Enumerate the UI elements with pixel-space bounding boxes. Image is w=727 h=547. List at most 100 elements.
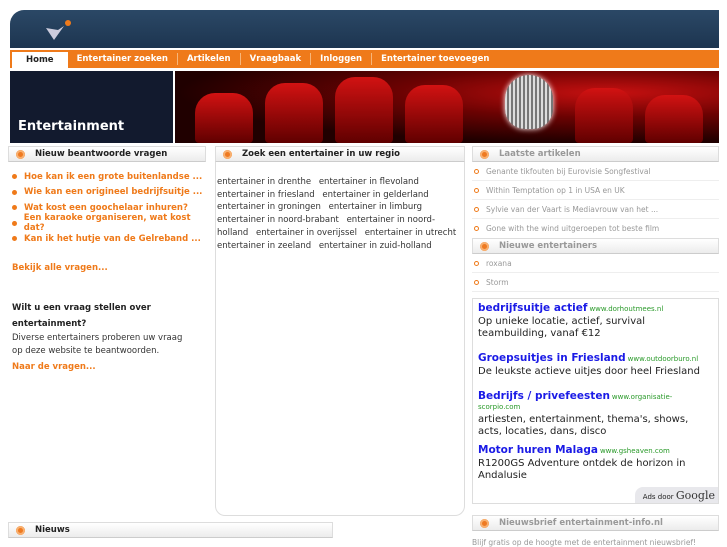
question-link[interactable]: Wat kost een goochelaar inhuren? [24,203,188,213]
region-list: entertainer in drenthe entertainer in fl… [215,162,465,516]
bullet-icon [474,226,479,231]
region-link[interactable]: entertainer in noord-brabant [217,215,339,225]
region-link[interactable]: entertainer in limburg [329,202,422,212]
bullet-icon [12,174,17,180]
question-item[interactable]: Een karaoke organiseren, wat kost dat? [8,213,206,233]
right-column: Laatste artikelen Genante tikfouten bij … [472,146,719,292]
ads-by-label: Ads door [642,493,674,501]
bullet-icon [480,518,489,528]
question-link[interactable]: Kan ik het hutje van de Gelreband ... [24,234,201,244]
article-link[interactable]: Gone with the wind uitgeroepen tot beste… [486,224,659,233]
question-item[interactable]: Wie kan een origineel bedrijfsuitje ... [8,185,206,201]
entertainer-item[interactable]: Storm [472,273,719,292]
region-link[interactable]: entertainer in zuid-holland [319,241,432,251]
ads-by-google[interactable]: Ads door Google [634,487,718,503]
newsletter-heading: Nieuwsbrief entertainment-info.nl [472,515,719,531]
article-link[interactable]: Within Temptation op 1 in USA en UK [486,186,625,195]
region-link[interactable]: entertainer in overijssel [256,228,357,238]
ad-item[interactable]: Bedrijfs / privefeesten www.organisatie-s… [478,390,713,438]
hero-title: Entertainment [18,119,125,134]
bullet-icon [474,279,479,285]
ad-text: De leukste actieve uitjes door heel Frie… [478,366,700,377]
region-link[interactable]: entertainer in zeeland [217,241,311,251]
region-link[interactable]: entertainer in gelderland [322,190,428,200]
newsletter-text: Blijf gratis op de hoogte met de enterta… [472,538,697,547]
bullet-icon [480,149,489,159]
ask-title: Wilt u een vraag stellen over entertainm… [12,302,151,329]
bullet-icon [480,241,489,251]
region-link[interactable]: entertainer in drenthe [217,177,311,187]
entertainer-link[interactable]: roxana [486,259,512,268]
article-item[interactable]: Genante tikfouten bij Eurovisie Songfest… [472,162,719,181]
articles-heading: Laatste artikelen [472,146,719,162]
bullet-icon [223,149,232,159]
bullet-icon [12,236,17,242]
ad-title[interactable]: Motor huren Malaga [478,444,598,456]
to-questions-link[interactable]: Naar de vragen... [12,362,206,372]
microphone-image [505,75,553,129]
ad-text: R1200GS Adventure ontdek de horizon in A… [478,458,686,481]
ad-item[interactable]: Groepsuitjes in Friesland www.outdoorburo… [478,352,713,378]
left-column: Nieuw beantwoorde vragen Hoe kan ik een … [8,146,206,372]
bullet-icon [12,189,17,195]
bullet-icon [474,187,479,193]
newsletter-box: Nieuwsbrief entertainment-info.nl Blijf … [472,515,719,547]
ad-url[interactable]: www.dorhoutmees.nl [589,305,663,313]
article-item[interactable]: Gone with the wind uitgeroepen tot beste… [472,219,719,238]
questions-heading-text: Nieuw beantwoorde vragen [35,149,168,159]
article-link[interactable]: Sylvie van der Vaart is Mediavrouw van h… [486,205,658,214]
region-link[interactable]: entertainer in groningen [217,202,321,212]
newsletter-heading-text: Nieuwsbrief entertainment-info.nl [499,518,663,528]
region-heading: Zoek een entertainer in uw regio [215,146,465,162]
nav-entertainer-zoeken[interactable]: Entertainer zoeken [68,53,178,65]
ad-url[interactable]: www.outdoorburo.nl [628,355,698,363]
ad-text: Op unieke locatie, actief, survival team… [478,316,646,339]
region-link[interactable]: entertainer in friesland [217,190,315,200]
site-header [10,10,719,48]
entertainer-link[interactable]: Storm [486,278,509,287]
question-link[interactable]: Hoe kan ik een grote buitenlandse ... [24,172,202,182]
bullet-icon [474,206,479,212]
question-list: Hoe kan ik een grote buitenlandse ... Wi… [8,169,206,247]
entertainers-heading-text: Nieuwe entertainers [499,241,598,251]
logo-icon[interactable] [44,18,74,44]
bullet-icon [12,205,17,211]
article-item[interactable]: Within Temptation op 1 in USA en UK [472,181,719,200]
ad-title[interactable]: Bedrijfs / privefeesten [478,390,610,402]
ad-text: artiesten, entertainment, thema's, shows… [478,414,689,437]
article-item[interactable]: Sylvie van der Vaart is Mediavrouw van h… [472,200,719,219]
ad-item[interactable]: Motor huren Malaga www.gsheaven.com R1200G… [478,444,713,482]
articles-heading-text: Laatste artikelen [499,149,581,159]
entertainer-item[interactable]: roxana [472,254,719,273]
ad-title[interactable]: Groepsuitjes in Friesland [478,352,626,364]
bullet-icon [474,260,479,266]
question-item[interactable]: Kan ik het hutje van de Gelreband ... [8,231,206,247]
question-item[interactable]: Hoe kan ik een grote buitenlandse ... [8,169,206,185]
ad-title[interactable]: bedrijfsuitje actief [478,302,587,314]
nav-vraagbaak[interactable]: Vraagbaak [241,53,312,65]
bullet-icon [474,168,479,174]
ad-url[interactable]: www.gsheaven.com [600,447,670,455]
nav-artikelen[interactable]: Artikelen [178,53,241,65]
article-link[interactable]: Genante tikfouten bij Eurovisie Songfest… [486,167,651,176]
region-heading-text: Zoek een entertainer in uw regio [242,149,401,159]
nav-home[interactable]: Home [12,52,68,68]
ask-text: Diverse entertainers proberen uw vraag o… [12,332,183,356]
all-questions-link[interactable]: Bekijk alle vragen... [12,263,206,273]
nav-entertainer-toevoegen[interactable]: Entertainer toevoegen [372,53,498,65]
region-box: Zoek een entertainer in uw regio [215,146,465,162]
question-link[interactable]: Wie kan een origineel bedrijfsuitje ... [24,187,202,197]
questions-heading: Nieuw beantwoorde vragen [8,146,206,162]
bullet-icon [16,149,25,159]
region-link[interactable]: entertainer in utrecht [365,228,457,238]
question-link[interactable]: Een karaoke organiseren, wat kost dat? [24,213,206,233]
main-nav: Home Entertainer zoeken Artikelen Vraagb… [10,50,719,68]
ad-box: bedrijfsuitje actief www.dorhoutmees.nl Op… [472,298,719,504]
hero-image [175,71,719,143]
region-link[interactable]: entertainer in flevoland [319,177,419,187]
news-heading: Nieuws [8,522,333,538]
nav-inloggen[interactable]: Inloggen [311,53,373,65]
ad-item[interactable]: bedrijfsuitje actief www.dorhoutmees.nl Op… [478,302,713,340]
news-box: Nieuws [8,522,333,538]
bullet-icon [16,525,25,535]
